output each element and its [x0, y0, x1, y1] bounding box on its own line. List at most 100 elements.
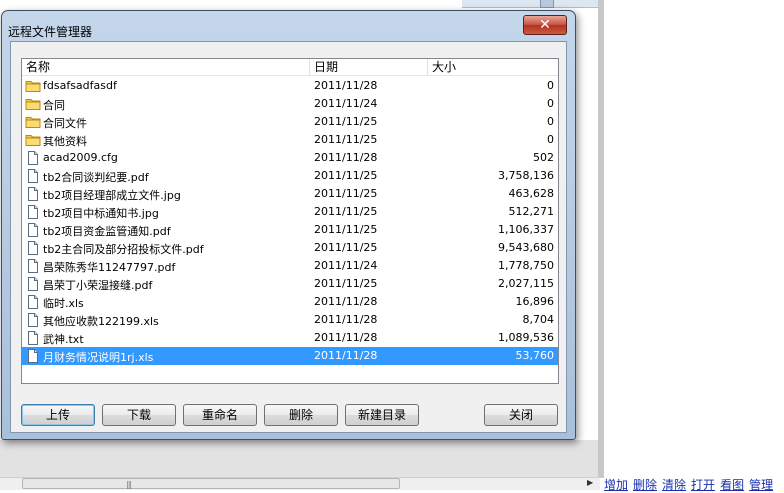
file-date: 2011/11/28	[314, 331, 378, 344]
close-button[interactable]: 关闭	[484, 404, 558, 426]
file-row[interactable]: tb2项目资金监管通知.pdf 2011/11/25 1,106,337	[22, 221, 558, 239]
file-name: 其他应收款122199.xls	[43, 315, 159, 328]
file-row[interactable]: tb2项目中标通知书.jpg 2011/11/25 512,271	[22, 203, 558, 221]
background-toolbar-button[interactable]	[540, 0, 554, 8]
file-size: 502	[533, 151, 554, 164]
file-row[interactable]: 昌荣丁小荣湿接缝.pdf 2011/11/25 2,027,115	[22, 275, 558, 293]
file-icon	[25, 187, 41, 201]
file-date: 2011/11/25	[314, 241, 378, 254]
file-size: 1,778,750	[498, 259, 554, 272]
file-size: 0	[547, 115, 554, 128]
file-row[interactable]: 合同文件 2011/11/25 0	[22, 113, 558, 131]
background-link-bar: 增加 删除 清除 打开 看图 管理	[604, 476, 778, 492]
rename-button[interactable]: 重命名	[183, 404, 257, 426]
file-name: acad2009.cfg	[43, 151, 118, 164]
file-date: 2011/11/25	[314, 115, 378, 128]
file-size: 463,628	[508, 187, 555, 200]
download-button[interactable]: 下载	[102, 404, 176, 426]
file-name: 临时.xls	[43, 297, 84, 310]
file-name: fdsafsadfasdf	[43, 79, 117, 92]
file-date: 2011/11/25	[314, 187, 378, 200]
remote-file-manager-dialog: 远程文件管理器 ✕ 名称 日期 大小 fdsafsadfasdf 2011/11/…	[1, 10, 576, 440]
delete-button[interactable]: 删除	[264, 404, 338, 426]
file-icon	[25, 277, 41, 291]
file-name: 月财务情况说明1rj.xls	[43, 351, 154, 364]
column-header-name[interactable]: 名称	[22, 59, 310, 76]
file-row[interactable]: fdsafsadfasdf 2011/11/28 0	[22, 77, 558, 95]
file-size: 0	[547, 133, 554, 146]
file-icon	[25, 295, 41, 309]
dialog-client-area: 名称 日期 大小 fdsafsadfasdf 2011/11/28 0 合同 2011/…	[10, 41, 567, 433]
file-row[interactable]: 其他应收款122199.xls 2011/11/28 8,704	[22, 311, 558, 329]
file-date: 2011/11/25	[314, 133, 378, 146]
file-icon	[25, 205, 41, 219]
file-size: 2,027,115	[498, 277, 554, 290]
file-date: 2011/11/25	[314, 205, 378, 218]
file-icon	[25, 349, 41, 363]
file-name: tb2合同谈判纪要.pdf	[43, 171, 149, 184]
file-list[interactable]: 名称 日期 大小 fdsafsadfasdf 2011/11/28 0 合同 2011/…	[21, 58, 559, 384]
file-date: 2011/11/28	[314, 79, 378, 92]
file-size: 0	[547, 97, 554, 110]
file-size: 0	[547, 79, 554, 92]
file-date: 2011/11/25	[314, 277, 378, 290]
file-row[interactable]: 武神.txt 2011/11/28 1,089,536	[22, 329, 558, 347]
file-name: 其他资料	[43, 135, 87, 148]
file-date: 2011/11/28	[314, 295, 378, 308]
file-size: 512,271	[508, 205, 555, 218]
dialog-title: 远程文件管理器	[8, 25, 93, 39]
file-date: 2011/11/24	[314, 97, 378, 110]
file-row[interactable]: tb2合同谈判纪要.pdf 2011/11/25 3,758,136	[22, 167, 558, 185]
file-date: 2011/11/25	[314, 169, 378, 182]
file-name: 昌荣陈秀华11247797.pdf	[43, 261, 176, 274]
column-header-date[interactable]: 日期	[310, 59, 428, 76]
file-name: 昌荣丁小荣湿接缝.pdf	[43, 279, 153, 292]
folder-icon	[25, 79, 41, 93]
file-icon	[25, 223, 41, 237]
file-date: 2011/11/24	[314, 259, 378, 272]
file-rows: fdsafsadfasdf 2011/11/28 0 合同 2011/11/24 0 合同文…	[22, 77, 558, 365]
file-icon	[25, 331, 41, 345]
upload-button[interactable]: 上传	[21, 404, 95, 426]
file-row[interactable]: 临时.xls 2011/11/28 16,896	[22, 293, 558, 311]
file-size: 8,704	[522, 313, 555, 326]
file-size: 53,760	[515, 349, 555, 362]
file-row[interactable]: acad2009.cfg 2011/11/28 502	[22, 149, 558, 167]
file-size: 1,106,337	[498, 223, 554, 236]
list-header: 名称 日期 大小	[22, 59, 558, 76]
background-toolbar	[462, 0, 598, 8]
file-name: 武神.txt	[43, 333, 84, 346]
dialog-titlebar[interactable]: 远程文件管理器 ✕	[2, 11, 575, 41]
file-size: 16,896	[515, 295, 555, 308]
file-row[interactable]: tb2项目经理部成立文件.jpg 2011/11/25 463,628	[22, 185, 558, 203]
file-row[interactable]: 月财务情况说明1rj.xls 2011/11/28 53,760	[22, 347, 558, 365]
file-size: 3,758,136	[498, 169, 554, 182]
folder-icon	[25, 133, 41, 147]
file-row[interactable]: 昌荣陈秀华11247797.pdf 2011/11/24 1,778,750	[22, 257, 558, 275]
file-icon	[25, 313, 41, 327]
file-date: 2011/11/28	[314, 349, 378, 362]
file-size: 1,089,536	[498, 331, 554, 344]
folder-icon	[25, 115, 41, 129]
new-directory-button[interactable]: 新建目录	[345, 404, 419, 426]
file-name: 合同文件	[43, 117, 87, 130]
file-row[interactable]: 其他资料 2011/11/25 0	[22, 131, 558, 149]
column-header-size[interactable]: 大小	[428, 59, 558, 76]
close-window-button[interactable]: ✕	[523, 15, 567, 35]
file-row[interactable]: 合同 2011/11/24 0	[22, 95, 558, 113]
scrollbar-thumb[interactable]	[22, 478, 400, 489]
scroll-right-arrow-icon[interactable]: ▶	[587, 478, 593, 487]
folder-icon	[25, 97, 41, 111]
file-row[interactable]: tb2主合同及部分招投标文件.pdf 2011/11/25 9,543,680	[22, 239, 558, 257]
close-icon: ✕	[539, 17, 551, 33]
background-right-panel	[604, 0, 784, 470]
file-name: tb2项目中标通知书.jpg	[43, 207, 159, 220]
background-gray-area	[0, 440, 600, 478]
file-date: 2011/11/25	[314, 223, 378, 236]
file-name: tb2项目经理部成立文件.jpg	[43, 189, 181, 202]
file-name: tb2主合同及部分招投标文件.pdf	[43, 243, 204, 256]
file-name: tb2项目资金监管通知.pdf	[43, 225, 171, 238]
file-date: 2011/11/28	[314, 313, 378, 326]
file-date: 2011/11/28	[314, 151, 378, 164]
file-icon	[25, 151, 41, 165]
